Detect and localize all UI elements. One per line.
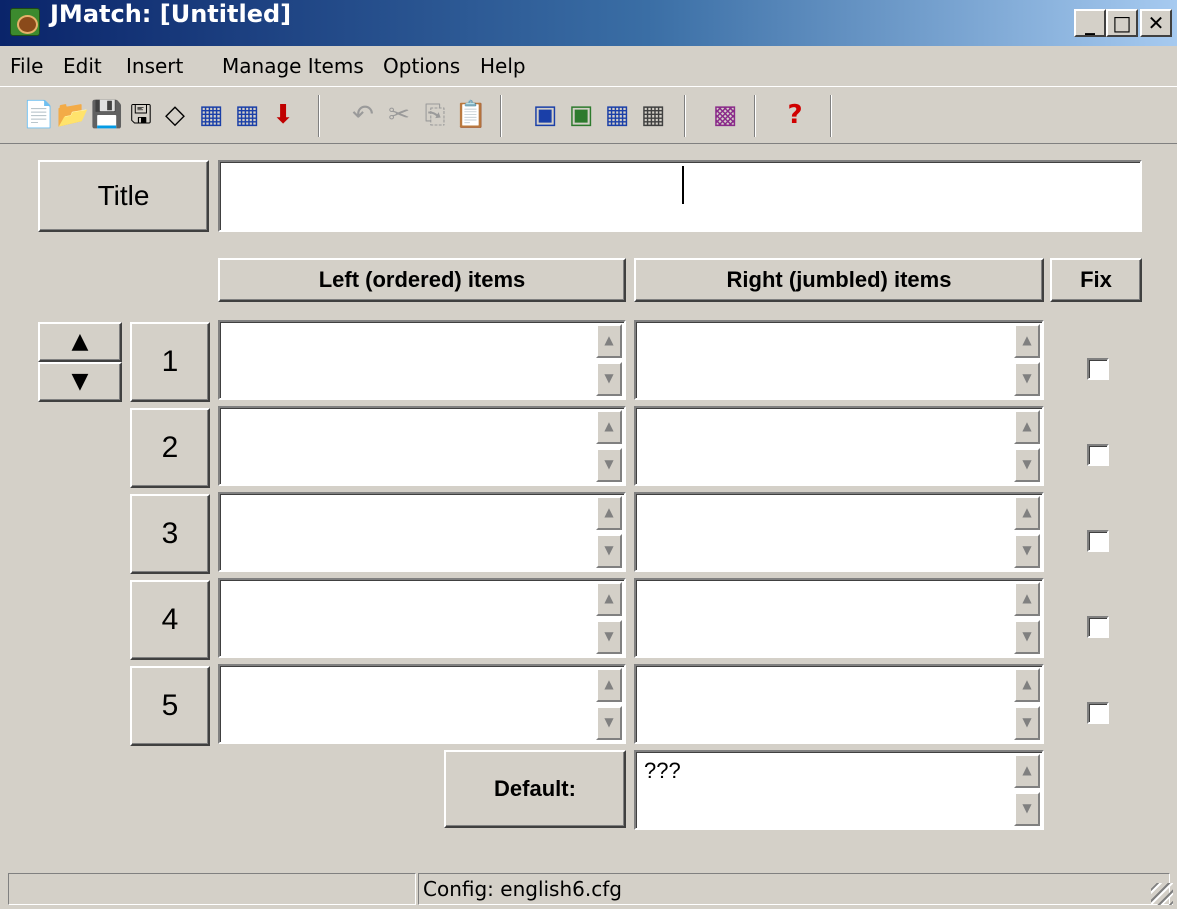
- row-number-button[interactable]: 1: [130, 322, 210, 402]
- scroll-up-icon[interactable]: ▲: [596, 496, 622, 530]
- cut-icon[interactable]: ✂: [382, 96, 416, 134]
- scroll-down-icon[interactable]: ▼: [596, 448, 622, 482]
- fix-checkbox[interactable]: [1087, 444, 1109, 466]
- fix-header: Fix: [1050, 258, 1142, 302]
- scroll-up-icon[interactable]: ▲: [596, 324, 622, 358]
- left-item-field[interactable]: ▲ ▼: [218, 578, 626, 658]
- insert-web-icon[interactable]: ▣: [564, 96, 598, 134]
- toolbar: 📄 📂 💾 🖫 ◇ ▦ ▦ ⬇ ↶ ✂ ⎘ 📋 ▣ ▣ ▦ ▦ ▩ ?: [0, 86, 1177, 144]
- insert-picture-icon[interactable]: ▣: [528, 96, 562, 134]
- undo-icon[interactable]: ↶: [346, 96, 380, 134]
- save-icon[interactable]: 💾: [90, 96, 124, 134]
- right-items-header: Right (jumbled) items: [634, 258, 1044, 302]
- right-item-field[interactable]: ▲ ▼: [634, 406, 1044, 486]
- window-title: JMatch: [Untitled]: [50, 0, 292, 28]
- scroll-down-icon[interactable]: ▼: [1014, 792, 1040, 826]
- fix-checkbox[interactable]: [1087, 530, 1109, 552]
- scroll-down-icon[interactable]: ▼: [596, 534, 622, 568]
- text-caret: [682, 166, 684, 204]
- link-icon[interactable]: ▦: [600, 96, 634, 134]
- default-answer-field[interactable]: ??? ▲ ▼: [634, 750, 1044, 830]
- status-bar: Config: english6.cfg: [0, 870, 1177, 909]
- row-number-button[interactable]: 3: [130, 494, 210, 574]
- menu-file[interactable]: File: [10, 46, 43, 86]
- row-number-button[interactable]: 4: [130, 580, 210, 660]
- toolbar-separator: [830, 95, 832, 137]
- scroll-down-icon[interactable]: ▼: [1014, 706, 1040, 740]
- save-as-icon[interactable]: 🖫: [124, 96, 158, 134]
- menu-insert[interactable]: Insert: [126, 46, 183, 86]
- right-item-field[interactable]: ▲ ▼: [634, 578, 1044, 658]
- config-icon[interactable]: ▩: [708, 96, 742, 134]
- web-page-v6-alt-icon[interactable]: ▦: [230, 96, 264, 134]
- scroll-up-icon[interactable]: ▲: [596, 668, 622, 702]
- scroll-down-icon[interactable]: ▼: [596, 620, 622, 654]
- row-number-button[interactable]: 2: [130, 408, 210, 488]
- scroll-up-icon[interactable]: ▲: [1014, 582, 1040, 616]
- toolbar-separator: [318, 95, 320, 137]
- toolbar-separator: [500, 95, 502, 137]
- menu-bar: File Edit Insert Manage Items Options He…: [0, 46, 1177, 86]
- move-down-button[interactable]: ▼: [38, 362, 122, 402]
- scroll-up-icon[interactable]: ▲: [1014, 754, 1040, 788]
- copy-icon[interactable]: ⎘: [418, 96, 452, 134]
- eraser-icon[interactable]: ◇: [158, 96, 192, 134]
- scroll-up-icon[interactable]: ▲: [596, 410, 622, 444]
- right-item-field[interactable]: ▲ ▼: [634, 492, 1044, 572]
- scroll-down-icon[interactable]: ▼: [1014, 620, 1040, 654]
- title-bar: JMatch: [Untitled] _ □ ✕: [0, 0, 1177, 46]
- row-number-button[interactable]: 5: [130, 666, 210, 746]
- toolbar-separator: [754, 95, 756, 137]
- left-item-field[interactable]: ▲ ▼: [218, 406, 626, 486]
- right-item-field[interactable]: ▲ ▼: [634, 320, 1044, 400]
- scroll-down-icon[interactable]: ▼: [1014, 448, 1040, 482]
- scroll-down-icon[interactable]: ▼: [1014, 534, 1040, 568]
- fix-checkbox[interactable]: [1087, 702, 1109, 724]
- default-answer-text: ???: [644, 758, 681, 783]
- open-folder-icon[interactable]: 📂: [56, 96, 90, 134]
- scroll-up-icon[interactable]: ▲: [1014, 496, 1040, 530]
- left-items-header: Left (ordered) items: [218, 258, 626, 302]
- right-item-field[interactable]: ▲ ▼: [634, 664, 1044, 744]
- scroll-up-icon[interactable]: ▲: [596, 582, 622, 616]
- config-status: Config: english6.cfg: [418, 873, 1170, 905]
- default-button[interactable]: Default:: [444, 750, 626, 828]
- fix-checkbox[interactable]: [1087, 358, 1109, 380]
- status-pane-left: [8, 873, 416, 905]
- minimize-button[interactable]: _: [1074, 9, 1106, 37]
- insert-media-icon[interactable]: ▦: [636, 96, 670, 134]
- menu-edit[interactable]: Edit: [63, 46, 102, 86]
- help-icon[interactable]: ?: [778, 96, 812, 134]
- new-file-icon[interactable]: 📄: [22, 96, 56, 134]
- menu-manage-items[interactable]: Manage Items: [222, 46, 364, 86]
- title-input[interactable]: [218, 160, 1142, 232]
- scroll-down-icon[interactable]: ▼: [1014, 362, 1040, 396]
- close-button[interactable]: ✕: [1140, 9, 1172, 37]
- scroll-up-icon[interactable]: ▲: [1014, 668, 1040, 702]
- left-item-field[interactable]: ▲ ▼: [218, 320, 626, 400]
- menu-options[interactable]: Options: [383, 46, 460, 86]
- left-item-field[interactable]: ▲ ▼: [218, 664, 626, 744]
- fix-checkbox[interactable]: [1087, 616, 1109, 638]
- resize-grip-icon[interactable]: [1151, 883, 1173, 905]
- left-item-field[interactable]: ▲ ▼: [218, 492, 626, 572]
- app-icon[interactable]: [10, 8, 40, 36]
- web-page-v6-icon[interactable]: ▦: [194, 96, 228, 134]
- menu-help[interactable]: Help: [480, 46, 526, 86]
- maximize-button[interactable]: □: [1106, 9, 1138, 37]
- move-up-button[interactable]: ▲: [38, 322, 122, 362]
- scroll-up-icon[interactable]: ▲: [1014, 410, 1040, 444]
- down-arrow-icon[interactable]: ⬇: [266, 96, 300, 134]
- paste-icon[interactable]: 📋: [454, 96, 488, 134]
- scroll-up-icon[interactable]: ▲: [1014, 324, 1040, 358]
- scroll-down-icon[interactable]: ▼: [596, 362, 622, 396]
- scroll-down-icon[interactable]: ▼: [596, 706, 622, 740]
- toolbar-separator: [684, 95, 686, 137]
- title-button[interactable]: Title: [38, 160, 209, 232]
